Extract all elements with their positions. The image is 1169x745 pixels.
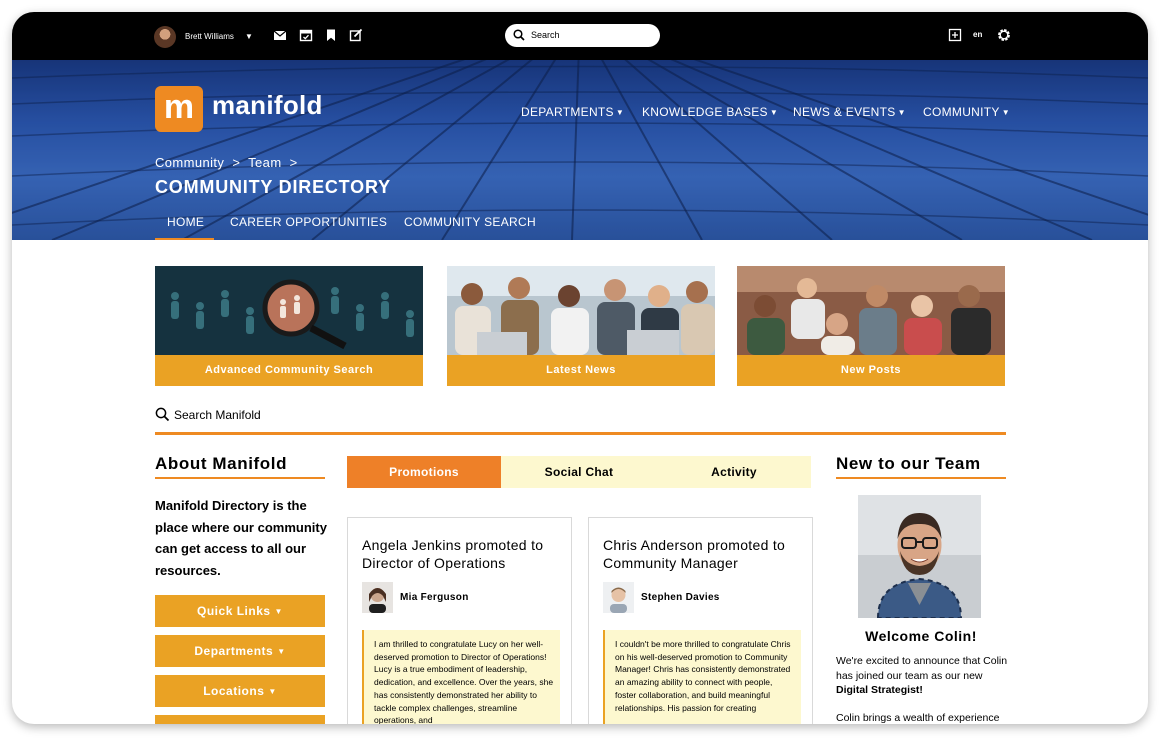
card-image: [737, 266, 1005, 355]
caret-down-icon: ▼: [268, 687, 277, 696]
global-search-input[interactable]: [531, 27, 651, 43]
feed-tabs: Promotions Social Chat Activity: [347, 456, 811, 488]
gear-icon[interactable]: [996, 27, 1012, 43]
caret-down-icon: ▼: [615, 108, 625, 117]
promotion-post[interactable]: Angela Jenkins promoted to Director of O…: [347, 517, 572, 724]
page-title: COMMUNITY DIRECTORY: [155, 177, 391, 197]
breadcrumb-community[interactable]: Community: [155, 155, 224, 170]
card-label: New Posts: [737, 355, 1005, 386]
subnav-career-opportunities[interactable]: CAREER OPPORTUNITIES: [230, 215, 387, 229]
button-label: Locations: [203, 684, 265, 698]
author-avatar[interactable]: [603, 582, 634, 613]
app-window: Brett Williams ▼ en: [12, 12, 1148, 724]
nav-label: KNOWLEDGE BASES: [642, 105, 768, 119]
caret-down-icon: ▼: [274, 607, 283, 616]
breadcrumb-separator: >: [285, 155, 298, 170]
site-search[interactable]: [155, 406, 1006, 435]
departments-button[interactable]: Departments ▼: [155, 635, 325, 667]
search-icon: [513, 29, 525, 41]
tab-activity[interactable]: Activity: [657, 456, 811, 488]
active-tab-indicator: [155, 238, 214, 240]
breadcrumb: Community > Team >: [155, 155, 298, 170]
nav-label: NEWS & EVENTS: [793, 105, 896, 119]
subnav-community-search[interactable]: COMMUNITY SEARCH: [404, 215, 536, 229]
welcome-role: Digital Strategist!: [836, 684, 923, 696]
new-team-title: New to our Team: [836, 454, 981, 473]
card-label: Advanced Community Search: [155, 355, 423, 386]
author-name[interactable]: Mia Ferguson: [400, 592, 469, 603]
post-title[interactable]: Angela Jenkins promoted to Director of O…: [362, 536, 562, 572]
nav-label: DEPARTMENTS: [521, 105, 614, 119]
nav-news-events[interactable]: NEWS & EVENTS ▼: [793, 105, 906, 119]
search-icon: [155, 407, 170, 422]
button-label: Departments: [194, 644, 274, 658]
nav-label: COMMUNITY: [923, 105, 1000, 119]
section-divider: [155, 477, 325, 479]
mail-icon[interactable]: [272, 27, 288, 43]
logo-mark[interactable]: m: [155, 86, 203, 132]
welcome-heading: Welcome Colin!: [865, 628, 977, 644]
site-search-input[interactable]: [174, 408, 474, 422]
nav-community[interactable]: COMMUNITY ▼: [923, 105, 1010, 119]
calendar-icon[interactable]: [298, 27, 314, 43]
card-latest-news[interactable]: Latest News: [447, 266, 715, 386]
card-image: [447, 266, 715, 355]
post-body: I am thrilled to congratulate Lucy on he…: [362, 630, 560, 724]
top-bar: Brett Williams ▼ en: [12, 12, 1148, 60]
caret-down-icon: ▼: [1001, 108, 1010, 117]
language-selector[interactable]: en: [973, 30, 982, 39]
welcome-text-intro: We're excited to announce that Colin has…: [836, 655, 1008, 682]
hero-banner: m manifold DEPARTMENTS ▼ KNOWLEDGE BASES ▼…: [12, 60, 1148, 240]
new-member-photo[interactable]: [858, 495, 981, 618]
author-name[interactable]: Stephen Davies: [641, 592, 720, 603]
subnav-home[interactable]: HOME: [167, 215, 204, 229]
caret-down-icon: ▼: [897, 108, 906, 117]
card-image: [155, 266, 423, 355]
about-title: About Manifold: [155, 454, 288, 473]
tab-social-chat[interactable]: Social Chat: [501, 456, 657, 488]
about-text: Manifold Directory is the place where ou…: [155, 498, 327, 578]
card-advanced-community-search[interactable]: Advanced Community Search: [155, 266, 423, 386]
section-divider: [836, 477, 1006, 479]
user-name[interactable]: Brett Williams: [185, 32, 234, 41]
post-title[interactable]: Chris Anderson promoted to Community Man…: [603, 536, 803, 572]
user-avatar[interactable]: [154, 26, 176, 48]
locations-button[interactable]: Locations ▼: [155, 675, 325, 707]
promotion-post[interactable]: Chris Anderson promoted to Community Man…: [588, 517, 813, 724]
more-links-button[interactable]: [155, 715, 325, 724]
author-avatar[interactable]: [362, 582, 393, 613]
card-label: Latest News: [447, 355, 715, 386]
button-label: Quick Links: [197, 604, 271, 618]
card-new-posts[interactable]: New Posts: [737, 266, 1005, 386]
tab-promotions[interactable]: Promotions: [347, 456, 501, 488]
user-menu-caret-icon[interactable]: ▼: [245, 32, 253, 41]
welcome-text-more: Colin brings a wealth of experience: [836, 712, 1000, 724]
global-search[interactable]: [505, 24, 660, 47]
welcome-text: We're excited to announce that Colin has…: [836, 654, 1011, 698]
edit-icon[interactable]: [348, 27, 364, 43]
nav-knowledge-bases[interactable]: KNOWLEDGE BASES ▼: [642, 105, 778, 119]
breadcrumb-team[interactable]: Team: [248, 155, 281, 170]
caret-down-icon: ▼: [769, 108, 779, 117]
add-icon[interactable]: [947, 27, 963, 43]
breadcrumb-separator: >: [228, 155, 245, 170]
bookmark-icon[interactable]: [323, 27, 339, 43]
logo-text[interactable]: manifold: [212, 90, 323, 121]
caret-down-icon: ▼: [277, 647, 286, 656]
quick-links-button[interactable]: Quick Links ▼: [155, 595, 325, 627]
post-body: I couldn't be more thrilled to congratul…: [603, 630, 801, 724]
nav-departments[interactable]: DEPARTMENTS ▼: [521, 105, 624, 119]
